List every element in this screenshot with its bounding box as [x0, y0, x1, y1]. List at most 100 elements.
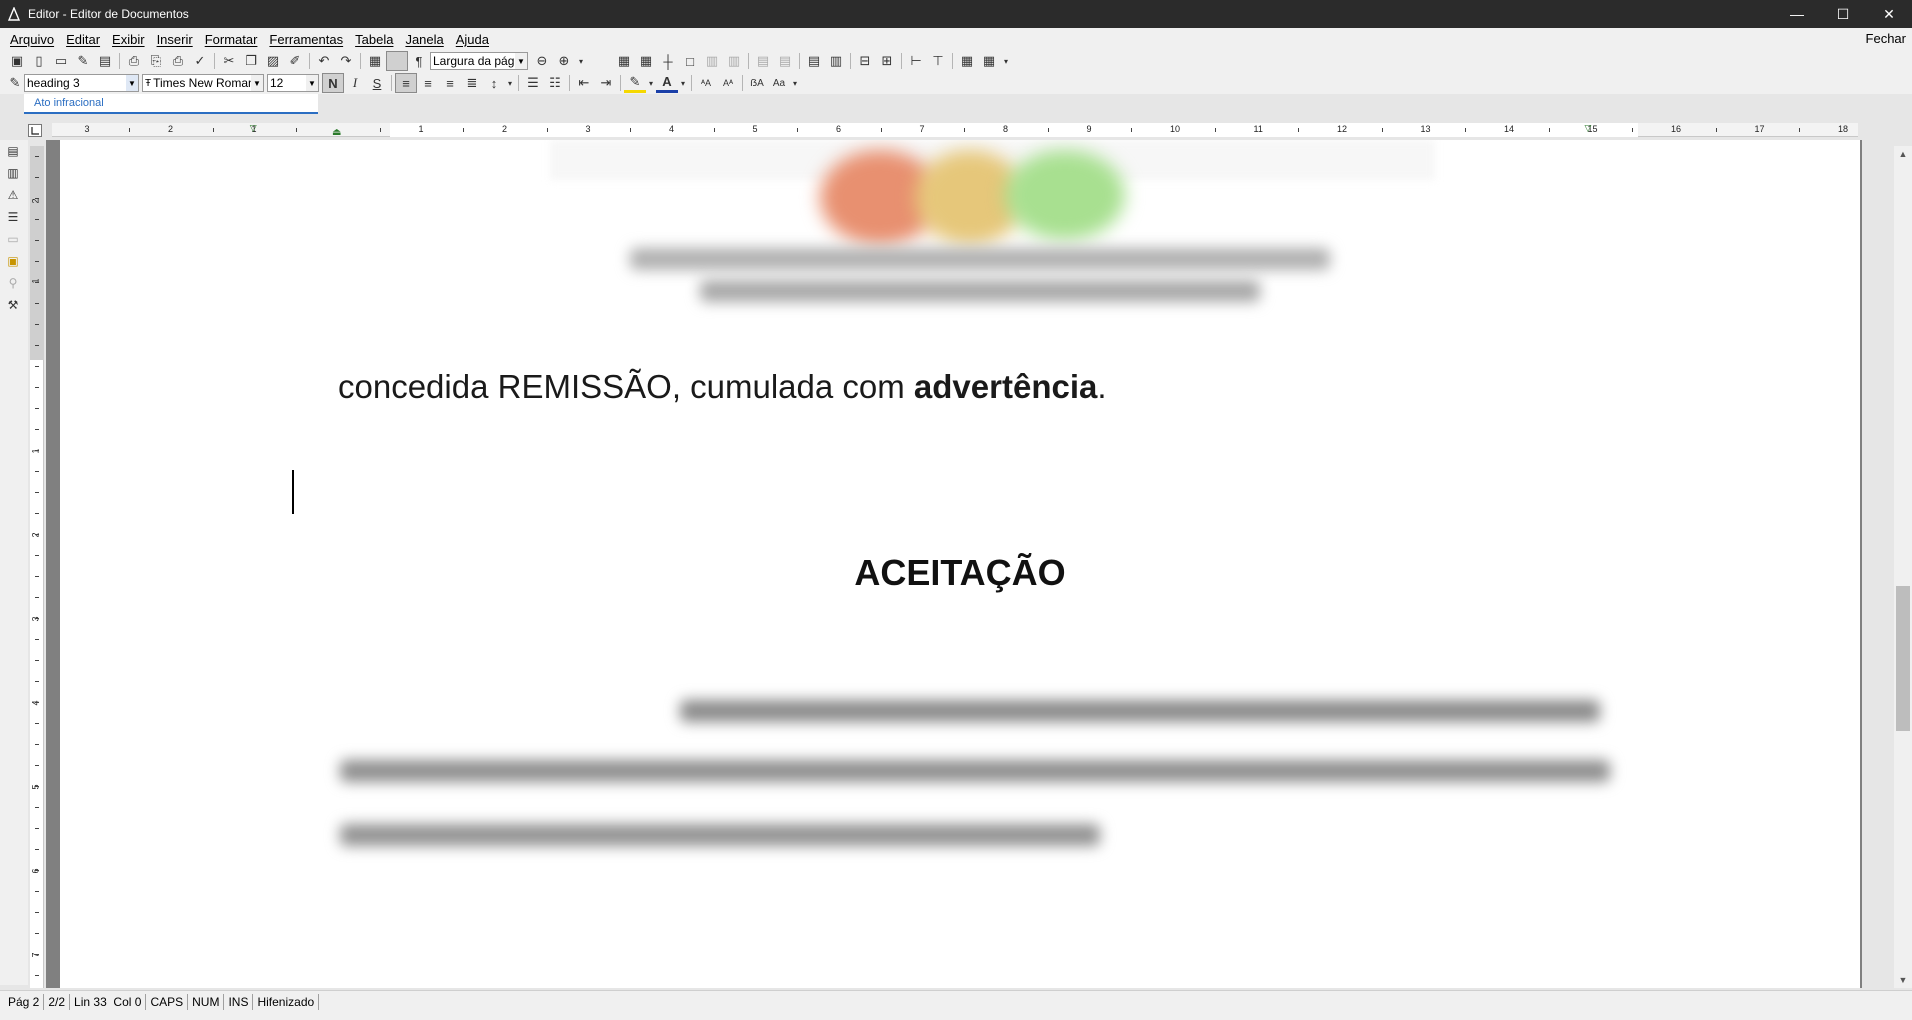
- table-bottom-border-icon[interactable]: ▤: [774, 51, 796, 71]
- table-borders-icon[interactable]: ▦: [635, 51, 657, 71]
- menu-arquivo[interactable]: Arquivo: [4, 32, 60, 47]
- numbered-list-icon[interactable]: ☷: [544, 73, 566, 93]
- zoom-select[interactable]: Largura da págin ▼: [430, 52, 528, 70]
- shrink-font-icon[interactable]: Aᴬ: [717, 73, 739, 93]
- scroll-down-icon[interactable]: ▼: [1894, 972, 1912, 988]
- chevron-down-icon[interactable]: ▾: [505, 73, 515, 93]
- align-center-icon[interactable]: ≡: [417, 73, 439, 93]
- new-from-template-icon[interactable]: ▣: [6, 51, 28, 71]
- insert-row-icon[interactable]: ▤: [803, 51, 825, 71]
- table-left-border-icon[interactable]: ▥: [701, 51, 723, 71]
- menu-ferramentas[interactable]: Ferramentas: [263, 32, 349, 47]
- menu-tabela[interactable]: Tabela: [349, 32, 399, 47]
- scroll-up-icon[interactable]: ▲: [1894, 146, 1912, 162]
- italic-button[interactable]: I: [344, 73, 366, 93]
- right-indent-marker[interactable]: ▽: [1585, 123, 1592, 134]
- paragraph-mark-icon[interactable]: ¶: [408, 51, 430, 71]
- chevron-down-icon[interactable]: ▾: [646, 73, 656, 93]
- table-autoformat-icon[interactable]: ▦: [978, 51, 1000, 71]
- tab-stop-selector[interactable]: [28, 124, 42, 137]
- zoom-out-icon[interactable]: ⊖: [531, 51, 553, 71]
- delete-row-icon[interactable]: ⊟: [854, 51, 876, 71]
- underline-button[interactable]: S: [366, 73, 388, 93]
- autotext-dropdown[interactable]: Ato infracional: [24, 94, 318, 114]
- align-left-icon[interactable]: ≡: [395, 73, 417, 93]
- chevron-down-icon[interactable]: ▾: [790, 73, 800, 93]
- left-indent-marker[interactable]: ⏏: [332, 127, 341, 138]
- vertical-ruler[interactable]: 211234567: [30, 146, 44, 988]
- save-icon[interactable]: ▤: [94, 51, 116, 71]
- edit-document-icon[interactable]: ✎: [72, 51, 94, 71]
- new-document-icon[interactable]: ▯: [28, 51, 50, 71]
- font-size-select[interactable]: 12 ▼: [267, 74, 319, 92]
- document-paragraph[interactable]: concedida REMISSÃO, cumulada com advertê…: [338, 368, 1107, 406]
- delete-column-icon[interactable]: ⊞: [876, 51, 898, 71]
- fields-icon[interactable]: ▥: [0, 162, 26, 184]
- section-heading[interactable]: ACEITAÇÃO: [60, 552, 1860, 594]
- undo-icon[interactable]: ↶: [313, 51, 335, 71]
- bold-button[interactable]: N: [322, 73, 344, 93]
- first-line-indent-marker[interactable]: ▽: [250, 123, 257, 134]
- paint-brush-icon[interactable]: ⚒: [0, 294, 26, 316]
- table-outer-borders-icon[interactable]: □: [679, 51, 701, 71]
- chevron-down-icon[interactable]: ▾: [678, 73, 688, 93]
- copy-icon[interactable]: ❐: [240, 51, 262, 71]
- grow-font-icon[interactable]: ᴬA: [695, 73, 717, 93]
- toolbar-overflow-icon[interactable]: ▾: [575, 51, 587, 71]
- insert-column-icon[interactable]: ▥: [825, 51, 847, 71]
- scrollbar-thumb[interactable]: [1896, 586, 1910, 731]
- text-effects-icon[interactable]: Aa: [768, 73, 790, 93]
- menu-formatar[interactable]: Formatar: [199, 32, 264, 47]
- menu-ajuda[interactable]: Ajuda: [450, 32, 495, 47]
- table-right-border-icon[interactable]: ▥: [723, 51, 745, 71]
- autotext-icon[interactable]: ▣: [0, 250, 26, 272]
- list-icon[interactable]: ☰: [0, 206, 26, 228]
- table-properties-icon[interactable]: ▦: [956, 51, 978, 71]
- autotext-item[interactable]: Ato infracional: [34, 97, 104, 109]
- increase-indent-icon[interactable]: ⇥: [595, 73, 617, 93]
- cut-icon[interactable]: ✂: [218, 51, 240, 71]
- paste-icon[interactable]: ▨: [262, 51, 284, 71]
- line-spacing-icon[interactable]: ↕: [483, 73, 505, 93]
- maximize-button[interactable]: ☐: [1820, 0, 1866, 28]
- decrease-indent-icon[interactable]: ⇤: [573, 73, 595, 93]
- split-cell-icon[interactable]: ⊢: [905, 51, 927, 71]
- close-document-button[interactable]: Fechar: [1866, 31, 1906, 46]
- toolbar-overflow-icon[interactable]: ▾: [1000, 51, 1012, 71]
- print-preview-icon[interactable]: ⎘: [145, 51, 167, 71]
- table-grid-icon[interactable]: ▦: [613, 51, 635, 71]
- font-color-icon[interactable]: A: [656, 73, 678, 93]
- insert-table-icon[interactable]: ▦: [364, 51, 386, 71]
- redo-icon[interactable]: ↷: [335, 51, 357, 71]
- show-frame-icon[interactable]: [386, 51, 408, 71]
- highlight-color-icon[interactable]: ✎: [624, 73, 646, 93]
- print-icon[interactable]: ⎙: [123, 51, 145, 71]
- horizontal-ruler[interactable]: 3 2 1 1 2 3 4 5 6 7 8 9 10 11 12 13 14 15 16 17 18 ▽ ⏏ ▽: [52, 123, 1858, 138]
- table-top-border-icon[interactable]: ▤: [752, 51, 774, 71]
- align-justify-icon[interactable]: ≣: [461, 73, 483, 93]
- close-button[interactable]: ✕: [1866, 0, 1912, 28]
- document-area[interactable]: concedida REMISSÃO, cumulada com advertê…: [46, 140, 1862, 988]
- open-folder-icon[interactable]: ▭: [50, 51, 72, 71]
- table-inner-borders-icon[interactable]: ┼: [657, 51, 679, 71]
- vertical-scrollbar[interactable]: ▲ ▼: [1894, 146, 1912, 988]
- minimize-button[interactable]: —: [1774, 0, 1820, 28]
- spellcheck-icon[interactable]: ✓: [189, 51, 211, 71]
- menu-janela[interactable]: Janela: [399, 32, 449, 47]
- document-page[interactable]: concedida REMISSÃO, cumulada com advertê…: [60, 140, 1860, 988]
- print-setup-icon[interactable]: ⎙: [167, 51, 189, 71]
- frame-icon[interactable]: ▭: [0, 228, 26, 250]
- lookup-icon[interactable]: ⚲: [0, 272, 26, 294]
- menu-inserir[interactable]: Inserir: [151, 32, 199, 47]
- style-select[interactable]: heading 3 ▼: [24, 74, 139, 92]
- change-case-icon[interactable]: ẞA: [746, 73, 768, 93]
- bullet-list-icon[interactable]: ☰: [522, 73, 544, 93]
- merge-cells-icon[interactable]: ⊤: [927, 51, 949, 71]
- menu-editar[interactable]: Editar: [60, 32, 106, 47]
- zoom-in-icon[interactable]: ⊕: [553, 51, 575, 71]
- form-field-icon[interactable]: ▤: [0, 140, 26, 162]
- font-select[interactable]: Ŧ Times New Roman ▼: [142, 74, 264, 92]
- format-painter-icon[interactable]: ✐: [284, 51, 306, 71]
- align-right-icon[interactable]: ≡: [439, 73, 461, 93]
- conditional-icon[interactable]: ⚠: [0, 184, 26, 206]
